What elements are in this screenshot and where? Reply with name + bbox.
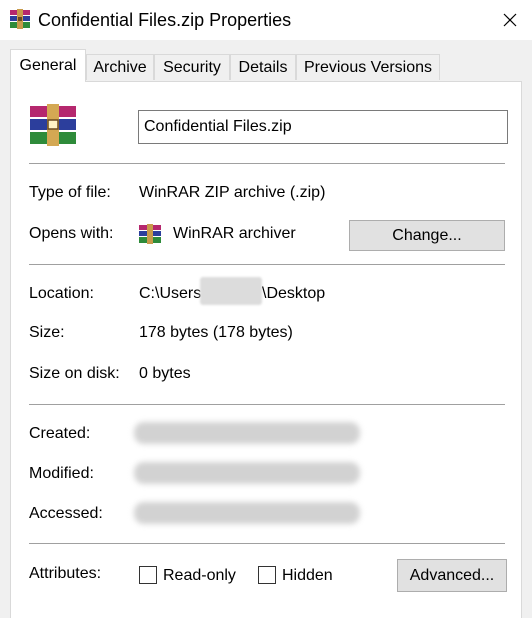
readonly-checkbox[interactable] [139, 566, 157, 584]
hidden-label[interactable]: Hidden [282, 566, 333, 586]
window-title: Confidential Files.zip Properties [38, 10, 292, 30]
size-value: 178 bytes (178 bytes) [139, 324, 293, 341]
created-label: Created: [29, 425, 91, 442]
tab-archive[interactable]: Archive [86, 54, 154, 80]
opens-with-label: Opens with: [29, 225, 114, 242]
hidden-checkbox[interactable] [258, 566, 276, 584]
title-bar: Confidential Files.zip Properties [0, 0, 532, 40]
tab-details[interactable]: Details [230, 54, 296, 80]
type-label: Type of file: [29, 184, 111, 201]
tab-general[interactable]: General [10, 49, 86, 82]
opens-with-value: WinRAR archiver [173, 225, 296, 242]
change-button[interactable]: Change... [349, 220, 505, 251]
redacted-created-date [134, 422, 360, 444]
file-name-field[interactable]: Confidential Files.zip [138, 110, 508, 144]
size-on-disk-label: Size on disk: [29, 365, 120, 382]
advanced-button[interactable]: Advanced... [397, 559, 507, 592]
type-value: WinRAR ZIP archive (.zip) [139, 184, 326, 201]
location-prefix: C:\Users [139, 285, 202, 302]
winrar-archive-icon [30, 104, 76, 146]
separator [29, 264, 505, 265]
modified-label: Modified: [29, 465, 94, 482]
separator [29, 404, 505, 405]
close-button[interactable] [488, 0, 532, 40]
attributes-label: Attributes: [29, 565, 102, 582]
general-panel [10, 81, 522, 618]
redacted-username [200, 277, 262, 305]
size-label: Size: [29, 324, 65, 341]
redacted-modified-date [134, 462, 360, 484]
redacted-accessed-date [134, 502, 360, 524]
location-label: Location: [29, 285, 94, 302]
accessed-label: Accessed: [29, 505, 103, 522]
separator [29, 163, 505, 164]
location-suffix: \Desktop [262, 285, 326, 302]
readonly-label[interactable]: Read-only [163, 566, 236, 586]
separator [29, 543, 505, 544]
tab-strip: General Archive Security Details Previou… [0, 40, 532, 82]
size-on-disk-value: 0 bytes [139, 365, 191, 382]
tab-previous-versions[interactable]: Previous Versions [296, 54, 440, 80]
winrar-icon [10, 9, 30, 29]
close-icon [503, 13, 517, 27]
tab-security[interactable]: Security [154, 54, 230, 80]
winrar-icon [139, 224, 161, 244]
